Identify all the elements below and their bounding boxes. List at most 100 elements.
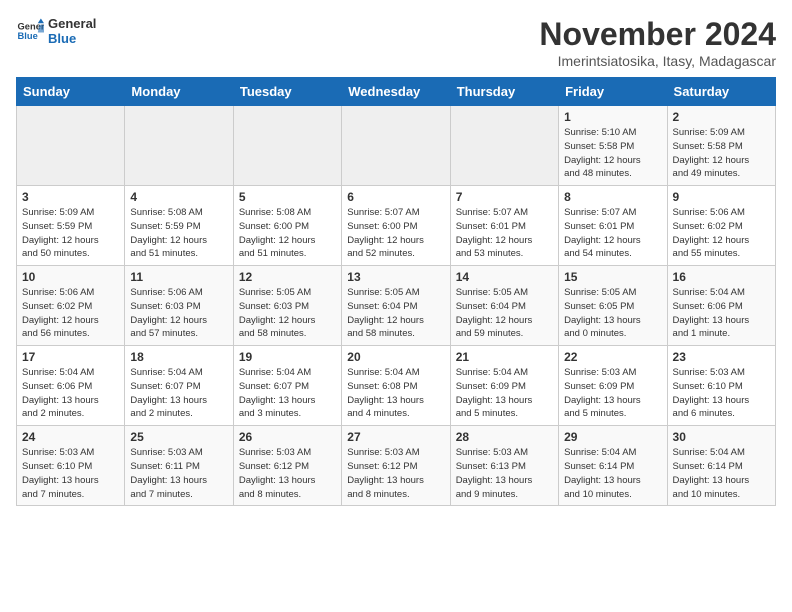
day-info: Sunrise: 5:04 AM Sunset: 6:08 PM Dayligh… [347, 366, 444, 421]
calendar-cell: 12 Sunrise: 5:05 AM Sunset: 6:03 PM Dayli… [233, 266, 341, 346]
calendar-cell: 13Sunrise: 5:05 AM Sunset: 6:04 PM Dayli… [342, 266, 450, 346]
day-info: Sunrise: 5:05 AM Sunset: 6:04 PM Dayligh… [456, 286, 553, 341]
day-info: Sunrise: 5:04 AM Sunset: 6:14 PM Dayligh… [673, 446, 770, 501]
day-info: Sunrise: 5:06 AM Sunset: 6:02 PM Dayligh… [673, 206, 770, 261]
day-info: Sunrise: 5:08 AM Sunset: 5:59 PM Dayligh… [130, 206, 227, 261]
day-number: 20 [347, 350, 444, 364]
calendar-cell: 19 Sunrise: 5:04 AM Sunset: 6:07 PM Dayli… [233, 346, 341, 426]
day-info: Sunrise: 5:04 AM Sunset: 6:14 PM Dayligh… [564, 446, 661, 501]
day-number: 14 [456, 270, 553, 284]
day-number: 9 [673, 190, 770, 204]
day-info: Sunrise: 5:03 AM Sunset: 6:12 PM Dayligh… [347, 446, 444, 501]
day-info: Sunrise: 5:06 AM Sunset: 6:03 PM Dayligh… [130, 286, 227, 341]
day-number: 19 [239, 350, 336, 364]
day-info: Sunrise: 5:05 AM Sunset: 6:05 PM Dayligh… [564, 286, 661, 341]
logo: General Blue General Blue [16, 16, 96, 46]
calendar-cell: 15Sunrise: 5:05 AM Sunset: 6:05 PM Dayli… [559, 266, 667, 346]
day-number: 10 [22, 270, 119, 284]
day-info: Sunrise: 5:08 AM Sunset: 6:00 PM Dayligh… [239, 206, 336, 261]
calendar-cell: 18Sunrise: 5:04 AM Sunset: 6:07 PM Dayli… [125, 346, 233, 426]
day-info: Sunrise: 5:03 AM Sunset: 6:13 PM Dayligh… [456, 446, 553, 501]
weekday-header-wednesday: Wednesday [342, 78, 450, 106]
day-number: 5 [239, 190, 336, 204]
calendar-cell: 27Sunrise: 5:03 AM Sunset: 6:12 PM Dayli… [342, 426, 450, 506]
day-info: Sunrise: 5:04 AM Sunset: 6:07 PM Dayligh… [130, 366, 227, 421]
calendar-cell: 8 Sunrise: 5:07 AM Sunset: 6:01 PM Daylig… [559, 186, 667, 266]
day-info: Sunrise: 5:04 AM Sunset: 6:06 PM Dayligh… [673, 286, 770, 341]
day-number: 21 [456, 350, 553, 364]
calendar-cell: 4Sunrise: 5:08 AM Sunset: 5:59 PM Daylig… [125, 186, 233, 266]
logo-text-blue: Blue [48, 31, 96, 46]
calendar-cell: 16 Sunrise: 5:04 AM Sunset: 6:06 PM Dayli… [667, 266, 775, 346]
logo-text-general: General [48, 16, 96, 31]
day-number: 11 [130, 270, 227, 284]
day-info: Sunrise: 5:04 AM Sunset: 6:09 PM Dayligh… [456, 366, 553, 421]
calendar-cell: 10 Sunrise: 5:06 AM Sunset: 6:02 PM Dayli… [17, 266, 125, 346]
weekday-header-row: SundayMondayTuesdayWednesdayThursdayFrid… [17, 78, 776, 106]
calendar-cell: 20 Sunrise: 5:04 AM Sunset: 6:08 PM Dayli… [342, 346, 450, 426]
calendar-cell: 6Sunrise: 5:07 AM Sunset: 6:00 PM Daylig… [342, 186, 450, 266]
day-info: Sunrise: 5:04 AM Sunset: 6:06 PM Dayligh… [22, 366, 119, 421]
day-number: 23 [673, 350, 770, 364]
week-row-2: 3 Sunrise: 5:09 AM Sunset: 5:59 PM Daylig… [17, 186, 776, 266]
day-number: 2 [673, 110, 770, 124]
weekday-header-sunday: Sunday [17, 78, 125, 106]
calendar-cell [342, 106, 450, 186]
day-info: Sunrise: 5:06 AM Sunset: 6:02 PM Dayligh… [22, 286, 119, 341]
day-info: Sunrise: 5:07 AM Sunset: 6:01 PM Dayligh… [564, 206, 661, 261]
day-info: Sunrise: 5:07 AM Sunset: 6:01 PM Dayligh… [456, 206, 553, 261]
title-area: November 2024 Imerintsiatosika, Itasy, M… [539, 16, 776, 69]
weekday-header-friday: Friday [559, 78, 667, 106]
calendar-cell: 3 Sunrise: 5:09 AM Sunset: 5:59 PM Daylig… [17, 186, 125, 266]
day-number: 6 [347, 190, 444, 204]
day-number: 25 [130, 430, 227, 444]
calendar-cell: 17 Sunrise: 5:04 AM Sunset: 6:06 PM Dayli… [17, 346, 125, 426]
logo-icon: General Blue [16, 17, 44, 45]
day-number: 12 [239, 270, 336, 284]
day-info: Sunrise: 5:03 AM Sunset: 6:12 PM Dayligh… [239, 446, 336, 501]
calendar-cell: 5 Sunrise: 5:08 AM Sunset: 6:00 PM Daylig… [233, 186, 341, 266]
day-number: 8 [564, 190, 661, 204]
day-info: Sunrise: 5:03 AM Sunset: 6:09 PM Dayligh… [564, 366, 661, 421]
calendar-cell: 9 Sunrise: 5:06 AM Sunset: 6:02 PM Daylig… [667, 186, 775, 266]
weekday-header-saturday: Saturday [667, 78, 775, 106]
calendar-cell [125, 106, 233, 186]
calendar-cell: 14 Sunrise: 5:05 AM Sunset: 6:04 PM Dayli… [450, 266, 558, 346]
day-number: 22 [564, 350, 661, 364]
day-number: 29 [564, 430, 661, 444]
calendar-cell [17, 106, 125, 186]
day-info: Sunrise: 5:09 AM Sunset: 5:58 PM Dayligh… [673, 126, 770, 181]
day-number: 16 [673, 270, 770, 284]
header: General Blue General Blue November 2024 … [16, 16, 776, 69]
day-number: 26 [239, 430, 336, 444]
calendar-cell: 23 Sunrise: 5:03 AM Sunset: 6:10 PM Dayli… [667, 346, 775, 426]
calendar-cell: 2 Sunrise: 5:09 AM Sunset: 5:58 PM Daylig… [667, 106, 775, 186]
day-number: 28 [456, 430, 553, 444]
calendar-cell: 26 Sunrise: 5:03 AM Sunset: 6:12 PM Dayli… [233, 426, 341, 506]
day-info: Sunrise: 5:10 AM Sunset: 5:58 PM Dayligh… [564, 126, 661, 181]
weekday-header-thursday: Thursday [450, 78, 558, 106]
day-info: Sunrise: 5:05 AM Sunset: 6:03 PM Dayligh… [239, 286, 336, 341]
day-number: 30 [673, 430, 770, 444]
day-number: 1 [564, 110, 661, 124]
day-info: Sunrise: 5:04 AM Sunset: 6:07 PM Dayligh… [239, 366, 336, 421]
calendar-cell: 21 Sunrise: 5:04 AM Sunset: 6:09 PM Dayli… [450, 346, 558, 426]
day-info: Sunrise: 5:03 AM Sunset: 6:10 PM Dayligh… [673, 366, 770, 421]
day-info: Sunrise: 5:05 AM Sunset: 6:04 PM Dayligh… [347, 286, 444, 341]
calendar-title: November 2024 [539, 16, 776, 53]
week-row-1: 1 Sunrise: 5:10 AM Sunset: 5:58 PM Daylig… [17, 106, 776, 186]
day-info: Sunrise: 5:09 AM Sunset: 5:59 PM Dayligh… [22, 206, 119, 261]
calendar-cell: 22 Sunrise: 5:03 AM Sunset: 6:09 PM Dayli… [559, 346, 667, 426]
day-number: 7 [456, 190, 553, 204]
day-number: 24 [22, 430, 119, 444]
day-info: Sunrise: 5:03 AM Sunset: 6:10 PM Dayligh… [22, 446, 119, 501]
calendar-cell: 24 Sunrise: 5:03 AM Sunset: 6:10 PM Dayli… [17, 426, 125, 506]
calendar-cell: 1 Sunrise: 5:10 AM Sunset: 5:58 PM Daylig… [559, 106, 667, 186]
calendar-cell: 7 Sunrise: 5:07 AM Sunset: 6:01 PM Daylig… [450, 186, 558, 266]
day-number: 3 [22, 190, 119, 204]
week-row-4: 17 Sunrise: 5:04 AM Sunset: 6:06 PM Dayli… [17, 346, 776, 426]
calendar-table: SundayMondayTuesdayWednesdayThursdayFrid… [16, 77, 776, 506]
calendar-cell: 28 Sunrise: 5:03 AM Sunset: 6:13 PM Dayli… [450, 426, 558, 506]
calendar-cell: 29 Sunrise: 5:04 AM Sunset: 6:14 PM Dayli… [559, 426, 667, 506]
day-number: 17 [22, 350, 119, 364]
